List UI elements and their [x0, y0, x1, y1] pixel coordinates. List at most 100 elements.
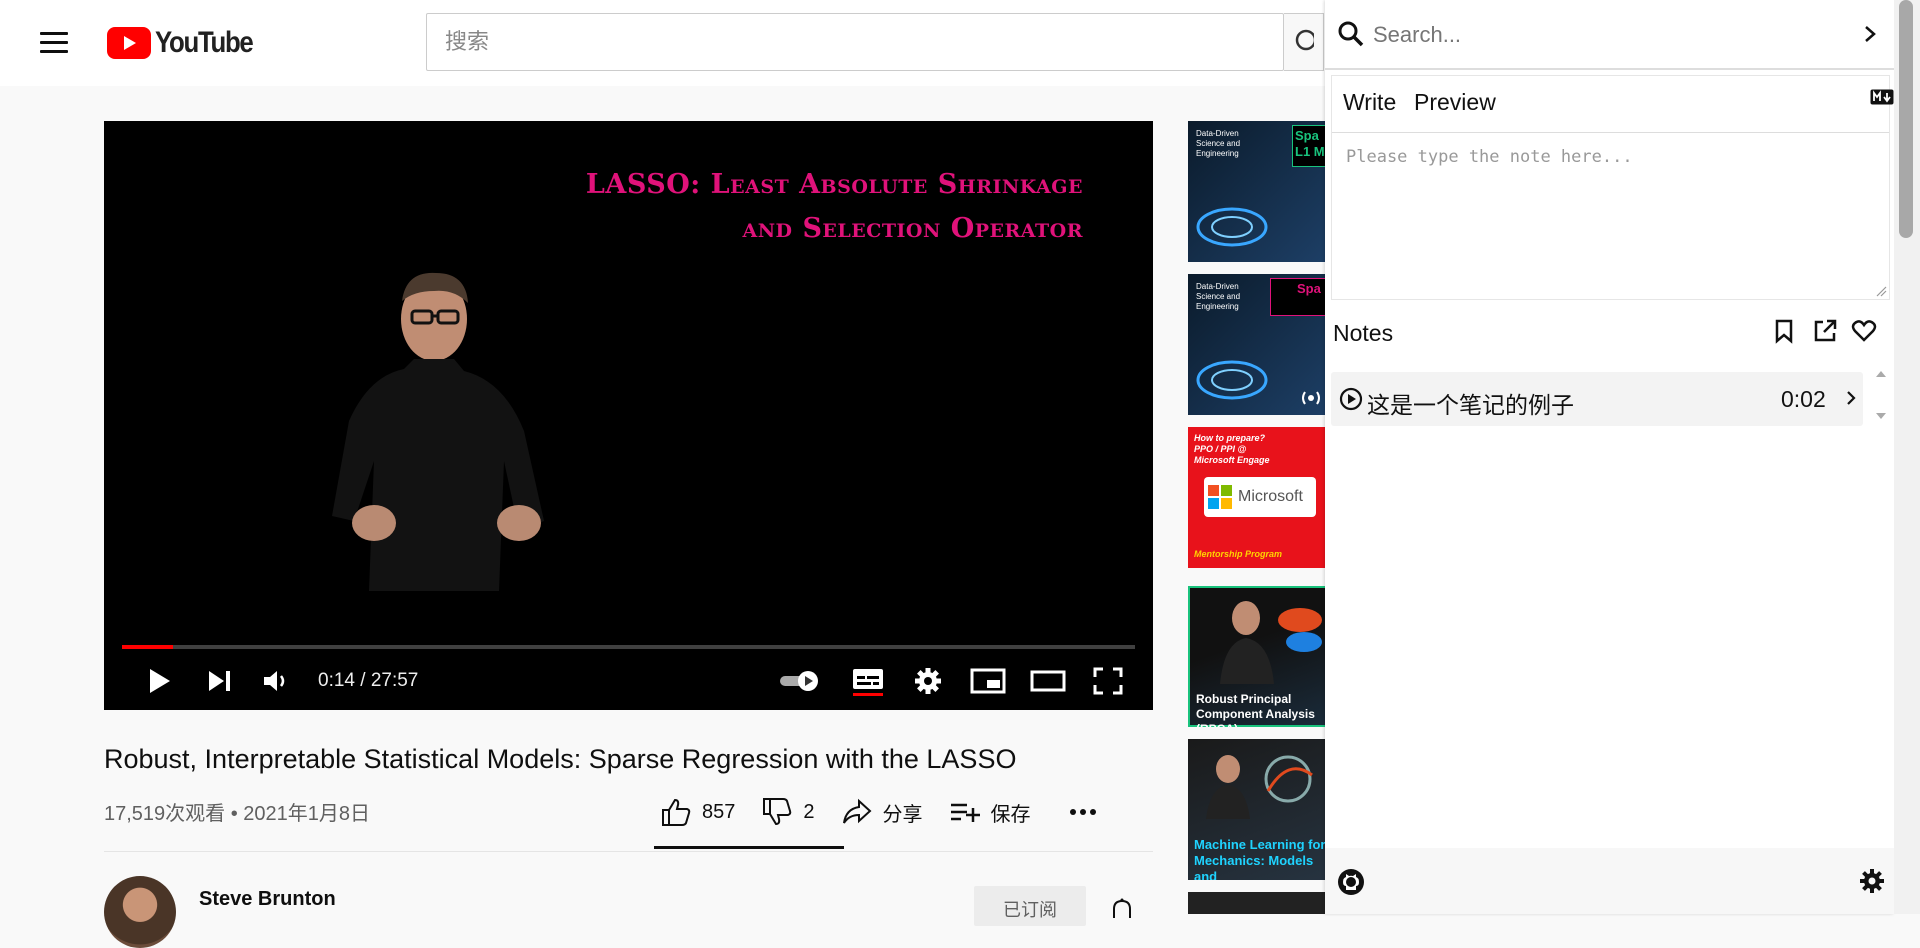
play-icon — [150, 669, 170, 693]
search-box[interactable] — [426, 13, 1284, 71]
recommendation-thumbnail: How to prepare? PPO / PPI @ Microsoft En… — [1188, 427, 1328, 568]
search-input[interactable] — [427, 14, 1283, 70]
more-actions-button[interactable] — [1069, 808, 1107, 816]
slide-title-line-2: and Selection Operator — [742, 213, 1083, 244]
book-cover-art-icon — [1196, 360, 1268, 400]
dislike-count: 2 — [803, 800, 815, 823]
slide-title-line-1: LASSO: Least Absolute Shrinkage — [585, 169, 1083, 200]
thumbs-down-icon — [763, 798, 792, 826]
presenter-figure — [332, 272, 544, 591]
mute-button[interactable] — [256, 661, 296, 701]
microsoft-word: Microsoft — [1238, 488, 1303, 505]
play-button[interactable] — [140, 661, 180, 701]
note-item[interactable]: 这是一个笔记的例子 0:02 — [1331, 372, 1863, 426]
scroll-up-arrow-icon[interactable] — [1871, 368, 1891, 380]
chevron-right-icon[interactable] — [1863, 24, 1877, 44]
page-scrollbar-thumb[interactable] — [1899, 0, 1913, 238]
share-button[interactable]: 分享 — [841, 798, 923, 827]
view-count-date: 17,519次观看 • 2021年1月8日 — [104, 803, 371, 825]
actions-underline — [654, 846, 844, 849]
miniplayer-button[interactable] — [966, 661, 1010, 701]
heart-icon[interactable] — [1851, 318, 1877, 344]
recommendation-item[interactable]: How to prepare? PPO / PPI @ Microsoft En… — [1188, 427, 1328, 568]
autoplay-toggle[interactable] — [776, 661, 824, 701]
page-scrollbar[interactable] — [1894, 0, 1920, 914]
slide-title: LASSO: Least Absolute Shrinkage and Sele… — [586, 163, 1083, 251]
notes-heading: Notes — [1333, 320, 1394, 346]
recommendation-item[interactable]: Machine Learning for Mechanics: Models a… — [1188, 739, 1328, 880]
settings-button[interactable] — [908, 661, 948, 701]
markdown-icon — [1870, 89, 1894, 105]
bookmark-icon[interactable] — [1773, 318, 1795, 344]
recommendation-thumbnail: Machine Learning for Mechanics: Models a… — [1188, 739, 1328, 880]
editor-tabs: Write Preview — [1332, 76, 1894, 133]
tab-write[interactable]: Write — [1343, 89, 1396, 116]
skip-next-icon — [209, 671, 230, 691]
recommendation-item[interactable]: Data-Driven Science and Engineering Spa … — [1188, 121, 1328, 262]
next-button[interactable] — [200, 661, 240, 701]
video-player[interactable]: LASSO: Least Absolute Shrinkage and Sele… — [104, 121, 1153, 710]
note-text: 这是一个笔记的例子 — [1367, 392, 1574, 418]
dislike-button[interactable]: 2 — [761, 797, 815, 827]
recommendation-caption: How to prepare? PPO / PPI @ Microsoft En… — [1194, 433, 1270, 465]
recommendation-overlay-text: Spa — [1297, 281, 1321, 296]
external-link-icon[interactable] — [1812, 318, 1838, 344]
scroll-down-arrow-icon[interactable] — [1871, 410, 1891, 422]
notification-bell-icon[interactable] — [1110, 898, 1134, 918]
note-editor: Write Preview — [1331, 75, 1894, 300]
search-icon — [1295, 29, 1314, 51]
played-bar — [122, 645, 173, 649]
like-button[interactable]: 857 — [660, 797, 735, 827]
channel-name[interactable]: Steve Brunton — [199, 888, 336, 911]
panel-footer — [1325, 848, 1894, 914]
channel-avatar[interactable] — [104, 876, 176, 948]
save-label: 保存 — [990, 803, 1031, 826]
player-controls: 0:14 / 27:57 — [104, 661, 1153, 701]
recommendation-item[interactable] — [1188, 892, 1328, 914]
recommendation-item[interactable]: Robust Principal Component Analysis (RPC… — [1188, 586, 1328, 727]
microsoft-card: Microsoft — [1204, 477, 1316, 517]
presenter-thumbnail-icon — [1206, 755, 1250, 819]
recommendation-overlay-text: Mentorship Program — [1194, 549, 1283, 559]
search-button[interactable] — [1284, 13, 1324, 71]
subscribe-button[interactable]: 已订阅 — [974, 886, 1086, 926]
progress-bar[interactable] — [122, 645, 1135, 649]
play-circle-icon[interactable] — [1339, 387, 1363, 411]
info-divider — [104, 851, 1153, 852]
tab-preview[interactable]: Preview — [1414, 89, 1496, 116]
chevron-right-icon[interactable] — [1845, 389, 1857, 407]
fullscreen-button[interactable] — [1086, 661, 1130, 701]
playlist-add-icon — [950, 803, 980, 822]
note-textarea[interactable] — [1332, 133, 1889, 299]
resize-grip-icon[interactable] — [1875, 285, 1887, 297]
guide-menu-button[interactable] — [36, 26, 72, 60]
settings-gear-icon[interactable] — [1859, 868, 1885, 894]
microsoft-logo-icon — [1208, 485, 1232, 509]
github-icon[interactable] — [1337, 868, 1365, 896]
youtube-play-logo-icon — [107, 27, 151, 59]
youtube-logo[interactable]: YouTube — [107, 26, 268, 60]
subtitles-button[interactable] — [844, 661, 892, 701]
search-icon — [1338, 21, 1364, 47]
fullscreen-icon — [1093, 667, 1123, 695]
note-timestamp[interactable]: 0:02 — [1781, 386, 1826, 413]
share-label: 分享 — [882, 803, 923, 826]
autoplay-toggle-icon — [780, 671, 818, 691]
share-icon — [842, 798, 871, 824]
notes-scrollbar[interactable] — [1871, 362, 1891, 432]
recommendation-caption: Data-Driven Science and Engineering — [1196, 129, 1241, 158]
abstract-art-icon — [1278, 608, 1322, 652]
save-button[interactable]: 保存 — [949, 798, 1031, 827]
theater-mode-button[interactable] — [1026, 661, 1070, 701]
recommendation-overlay-text: Spa L1 M — [1295, 128, 1325, 159]
settings-gear-icon — [915, 668, 941, 694]
panel-search-input[interactable] — [1371, 14, 1835, 56]
volume-icon — [264, 671, 285, 691]
recommendation-caption: Machine Learning for Mechanics: Models a… — [1194, 837, 1326, 880]
more-horizontal-icon — [1069, 809, 1096, 815]
logo-text: YouTube — [155, 26, 254, 59]
recommendation-thumbnail: Data-Driven Science and Engineering Spa … — [1188, 121, 1328, 262]
video-actions: 857 2 分享 保存 — [660, 790, 1133, 834]
recommendation-item[interactable]: Data-Driven Science and Engineering Spa — [1188, 274, 1328, 415]
recommendation-overlay: Spa L1 M — [1292, 125, 1328, 167]
